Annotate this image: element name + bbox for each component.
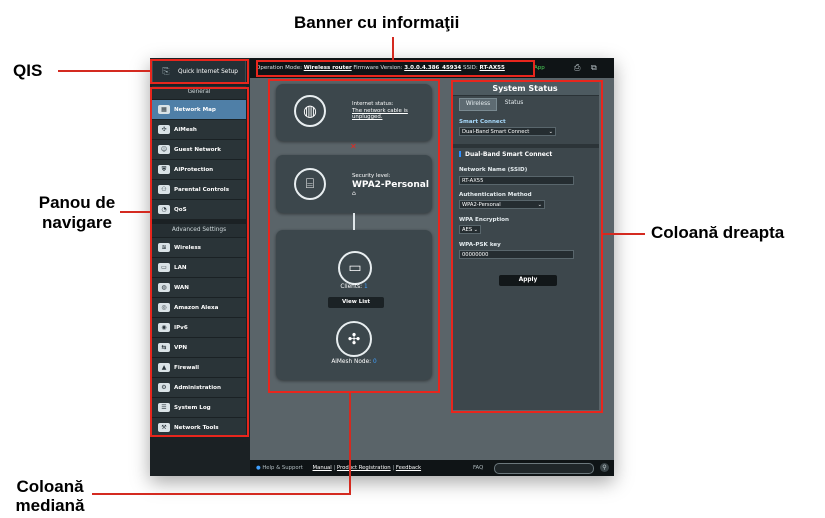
manual-link[interactable]: Manual	[313, 465, 332, 471]
nav-annotation: Panou de navigare	[34, 193, 120, 233]
nav-leader-line	[120, 211, 150, 213]
nav-annotation-line1: Panou de	[38, 193, 116, 212]
nav-highlight	[150, 87, 249, 437]
right-highlight	[451, 80, 603, 413]
banner-leader-line	[392, 37, 394, 60]
help-icon: ●	[256, 465, 261, 471]
middle-leader-h	[92, 493, 351, 495]
help-support-label: Help & Support	[262, 465, 303, 471]
faq-search-input[interactable]	[494, 463, 594, 474]
middle-highlight	[268, 79, 440, 393]
banner-annotation: Banner cu informaţii	[294, 13, 460, 32]
banner-highlight	[256, 60, 535, 77]
right-annotation: Coloană dreapta	[651, 223, 785, 242]
right-leader-line	[603, 233, 645, 235]
middle-annotation-line2: mediană	[15, 496, 85, 515]
copy-icon[interactable]: ⧉	[591, 58, 597, 78]
middle-annotation-line1: Coloană	[16, 477, 84, 496]
qis-annotation: QIS	[13, 61, 43, 80]
nav-annotation-line2: navigare	[42, 213, 112, 232]
footer: ● Help & Support Manual | Product Regist…	[250, 460, 614, 476]
usb-icon[interactable]: ⎙	[574, 58, 580, 78]
product-registration-link[interactable]: Product Registration	[337, 465, 391, 471]
qis-highlight	[150, 59, 249, 84]
app-link[interactable]: App	[534, 58, 545, 78]
middle-annotation: Coloană mediană	[10, 477, 90, 515]
middle-leader-v	[349, 393, 351, 494]
search-go-icon[interactable]: ⚲	[600, 463, 609, 472]
faq-label: FAQ	[473, 465, 484, 471]
feedback-link[interactable]: Feedback	[396, 465, 421, 471]
qis-leader-line	[58, 70, 150, 72]
